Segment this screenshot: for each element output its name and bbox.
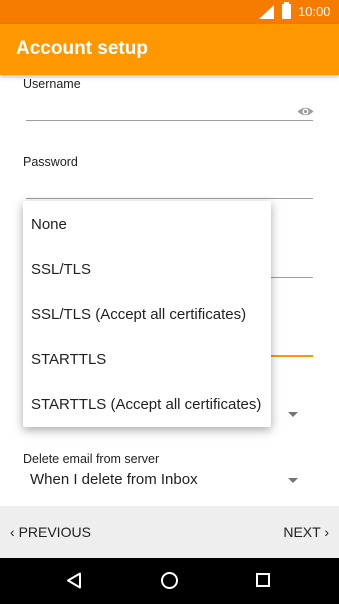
wizard-nav: ‹ PREVIOUS NEXT ›	[0, 506, 339, 558]
back-icon[interactable]	[66, 572, 82, 589]
status-bar: 10:00	[0, 0, 339, 24]
chevron-left-icon: ‹	[10, 524, 15, 540]
username-label: Username	[23, 77, 81, 91]
recent-apps-icon[interactable]	[256, 573, 270, 587]
battery-icon	[282, 2, 291, 19]
chevron-down-icon[interactable]	[288, 478, 298, 483]
signal-icon	[259, 5, 274, 19]
menu-option-ssl-tls-accept-all[interactable]: SSL/TLS (Accept all certificates)	[23, 292, 271, 337]
system-nav-bar	[0, 558, 339, 604]
password-label: Password	[23, 155, 78, 169]
security-type-menu: None SSL/TLS SSL/TLS (Accept all certifi…	[23, 201, 271, 427]
app-bar: Account setup	[0, 24, 339, 75]
page-title: Account setup	[16, 38, 148, 59]
password-field[interactable]	[26, 198, 313, 199]
delete-email-label: Delete email from server	[23, 452, 160, 466]
menu-option-none[interactable]: None	[23, 202, 271, 247]
previous-label: PREVIOUS	[18, 524, 91, 540]
menu-option-starttls[interactable]: STARTTLS	[23, 337, 271, 382]
menu-option-starttls-accept-all[interactable]: STARTTLS (Accept all certificates)	[23, 382, 271, 427]
delete-email-value[interactable]: When I delete from Inbox	[30, 471, 198, 488]
next-button[interactable]: NEXT ›	[283, 524, 329, 540]
security-type-dropdown-icon[interactable]	[288, 412, 298, 417]
next-label: NEXT	[283, 524, 321, 540]
menu-option-ssl-tls[interactable]: SSL/TLS	[23, 247, 271, 292]
username-field[interactable]	[26, 120, 313, 121]
previous-button[interactable]: ‹ PREVIOUS	[10, 524, 91, 540]
eye-icon[interactable]	[297, 106, 314, 117]
home-icon[interactable]	[161, 572, 178, 589]
status-time: 10:00	[298, 4, 331, 19]
chevron-right-icon: ›	[324, 524, 329, 540]
